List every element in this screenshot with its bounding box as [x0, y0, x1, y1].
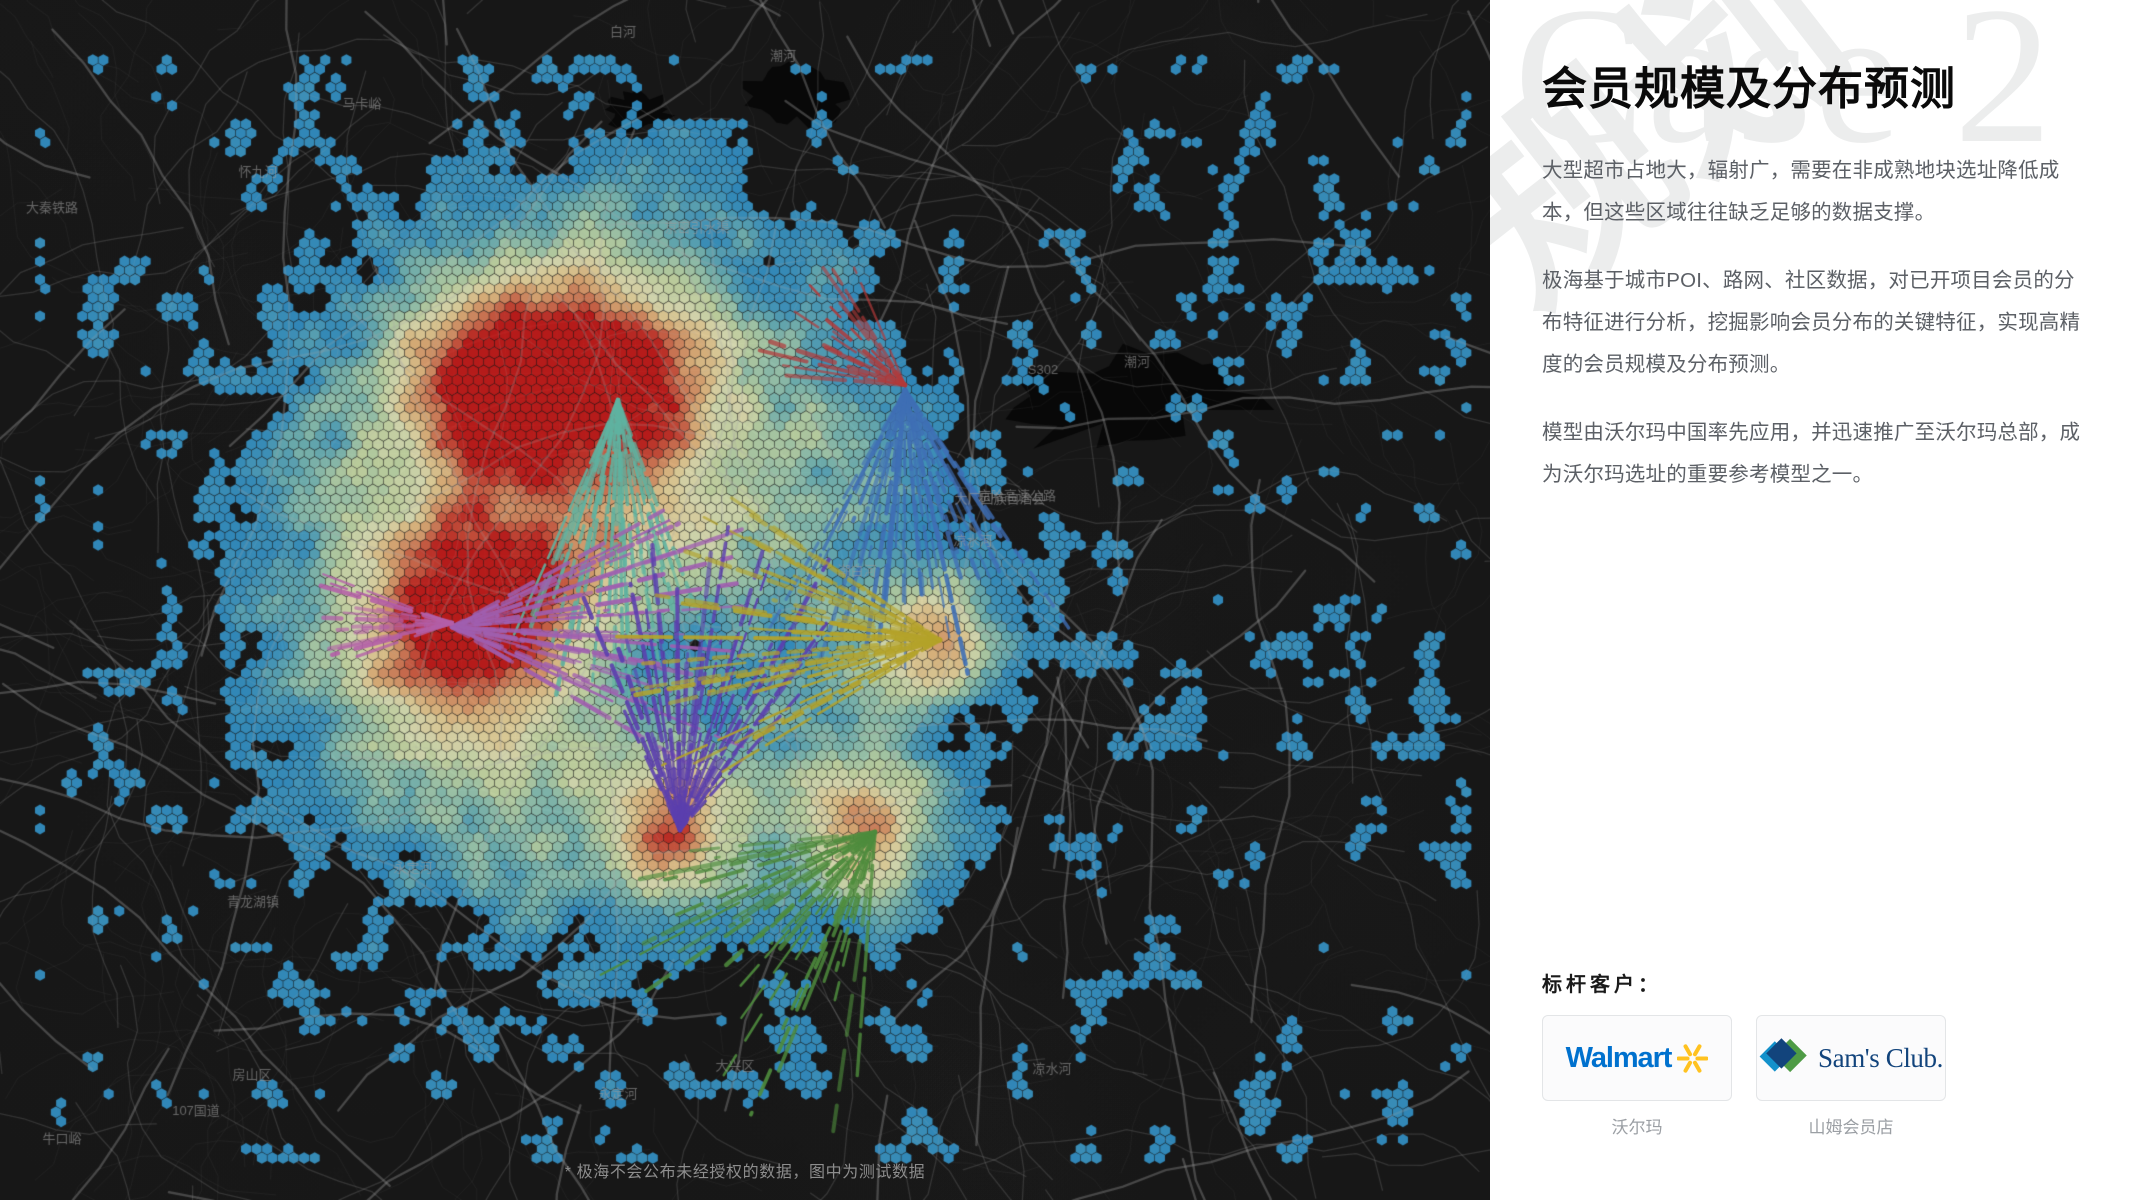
- sams-club-logo: Sam's Club.: [1759, 1035, 1943, 1081]
- description-paragraph-3: 模型由沃尔玛中国率先应用，并迅速推广至沃尔玛总部，成为沃尔玛选址的重要参考模型之…: [1542, 421, 2081, 487]
- client-walmart[interactable]: Walmart 沃尔玛: [1542, 1015, 1732, 1138]
- sams-diamond-icon: [1759, 1038, 1807, 1073]
- member-distribution-heatmap[interactable]: [0, 0, 1490, 1200]
- description-paragraph-1: 大型超市占地大，辐射广，需要在非成熟地块选址降低成本，但这些区域往往缺乏足够的数…: [1542, 159, 2060, 225]
- client-name-label: 山姆会员店: [1808, 1118, 1894, 1137]
- walmart-spark-icon: [1677, 1043, 1709, 1073]
- walmart-wordmark: Walmart: [1565, 1041, 1673, 1074]
- client-sams-club[interactable]: Sam's Club. 山姆会员店: [1756, 1015, 1946, 1138]
- client-logo-card[interactable]: Walmart: [1542, 1015, 1732, 1101]
- clients-section-label: 标杆客户：: [1542, 974, 1662, 996]
- case-info-panel: Case 2 规划 会员规模及分布预测 大型超市占地大，辐射广，需要在非成熟地块…: [1490, 0, 2133, 1200]
- clients-row: Walmart 沃尔玛 Sam's Club. 山姆会员店: [1542, 1015, 2085, 1138]
- page-title: 会员规模及分布预测: [1542, 64, 1957, 114]
- client-name-label: 沃尔玛: [1611, 1118, 1663, 1137]
- walmart-logo: Walmart: [1566, 1042, 1709, 1075]
- clients-block: 标杆客户： Walmart 沃尔玛 Sam's Club. 山姆会员店: [1542, 968, 2085, 1138]
- case-slide: * 极海不会公布未经授权的数据，图中为测试数据 Case 2 规划 会员规模及分…: [0, 0, 2133, 1200]
- client-logo-card[interactable]: Sam's Club.: [1756, 1015, 1946, 1101]
- sams-club-wordmark: Sam's Club.: [1818, 1042, 1943, 1073]
- map-visualization-panel[interactable]: * 极海不会公布未经授权的数据，图中为测试数据: [0, 0, 1490, 1200]
- description-paragraph-2: 极海基于城市POI、路网、社区数据，对已开项目会员的分布特征进行分析，挖掘影响会…: [1542, 269, 2081, 377]
